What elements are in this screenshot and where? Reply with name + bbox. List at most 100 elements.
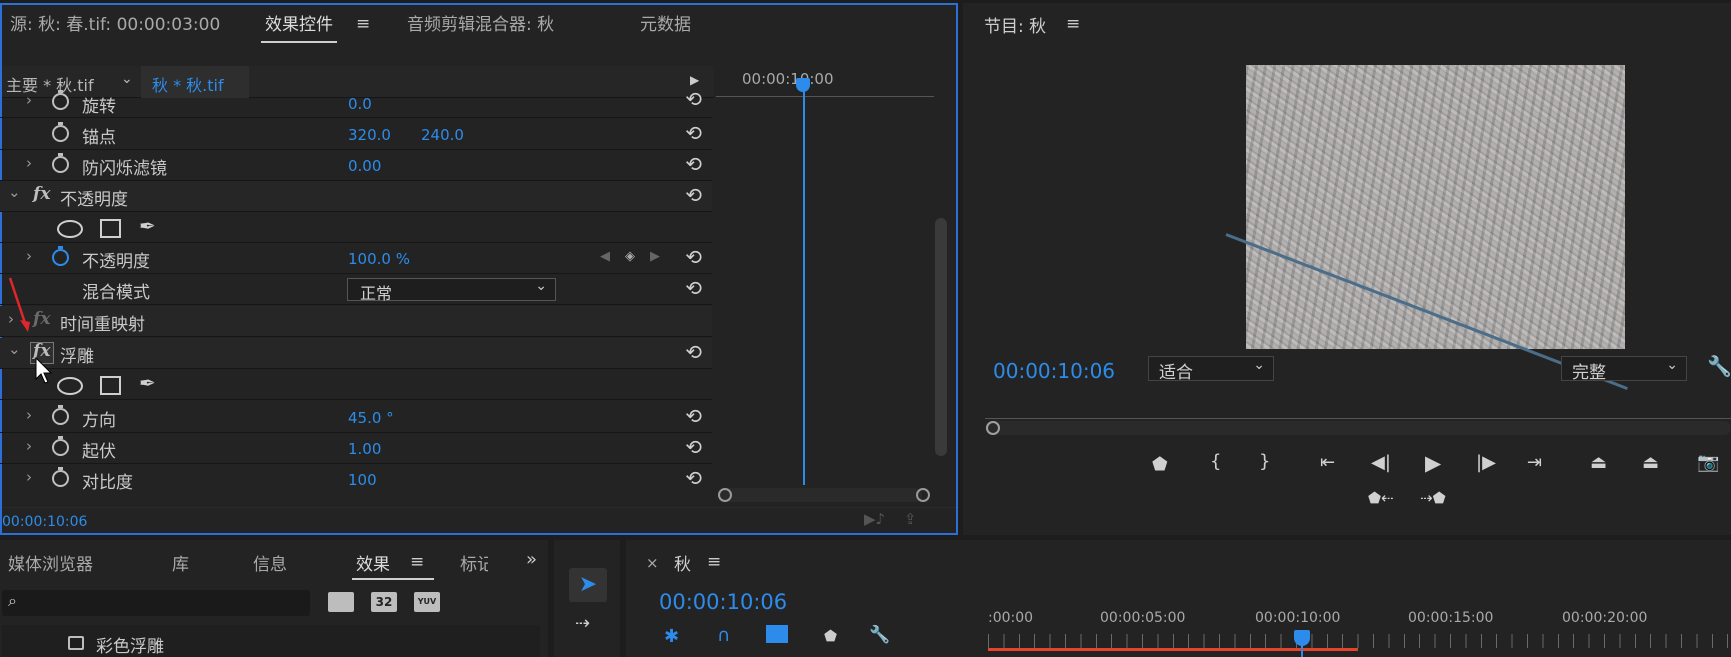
close-icon[interactable]: × [646, 554, 659, 572]
reset-icon[interactable]: ⟲ [685, 466, 702, 490]
rotation-value[interactable]: 0.0 [348, 95, 372, 113]
opacity-value[interactable]: 100.0 % [348, 250, 410, 268]
chevron-right-icon[interactable]: › [26, 406, 32, 424]
chevron-right-icon[interactable]: › [26, 91, 32, 109]
hamburger-icon[interactable]: ≡ [410, 552, 424, 572]
effects-search-input[interactable]: ⌕ [2, 590, 310, 616]
more-tabs-icon[interactable]: » [526, 549, 537, 570]
rectangle-mask-icon[interactable] [100, 376, 121, 395]
next-keyframe-icon[interactable]: ▶ [650, 249, 660, 264]
chevron-right-icon[interactable]: › [26, 154, 32, 172]
stopwatch-icon[interactable] [52, 467, 69, 487]
hamburger-icon[interactable]: ≡ [1066, 14, 1080, 34]
chevron-down-icon[interactable]: ⌄ [8, 340, 21, 358]
ellipse-mask-icon[interactable] [57, 377, 83, 395]
insert-icon[interactable]: ⬟⇠ [1368, 489, 1394, 507]
reset-icon[interactable]: ⟲ [685, 276, 702, 300]
tab-media-browser[interactable]: 媒体浏览器 [8, 550, 93, 575]
program-video-frame[interactable] [1225, 65, 1628, 390]
hamburger-icon[interactable]: ≡ [707, 552, 721, 572]
play-icon[interactable]: ▶ [1425, 451, 1441, 475]
h-scroll-handle-left[interactable] [718, 488, 732, 502]
rectangle-mask-icon[interactable] [100, 219, 121, 238]
reset-icon[interactable]: ⟲ [685, 435, 702, 459]
fit-select[interactable]: 适合 ⌄ [1148, 356, 1274, 383]
add-edit-icon[interactable] [766, 625, 788, 643]
overwrite-icon[interactable]: ⇢⬟ [1420, 489, 1446, 507]
h-scroll-handle-right[interactable] [916, 488, 930, 502]
hamburger-icon[interactable]: ≡ [356, 14, 370, 34]
timeline-marker-icon[interactable]: ⬟ [824, 627, 837, 645]
contrast-value[interactable]: 100 [348, 471, 377, 489]
tab-libraries[interactable]: 库 [172, 550, 189, 575]
fx-icon[interactable]: fx [33, 184, 50, 204]
reset-icon[interactable]: ⟲ [685, 404, 702, 428]
chevron-down-icon[interactable]: ⌄ [121, 71, 133, 87]
step-forward-icon[interactable]: |▶ [1476, 452, 1496, 473]
h-scrollbar[interactable] [718, 488, 922, 502]
camera-icon[interactable]: 📷 [1697, 452, 1719, 473]
program-scroll-handle[interactable] [986, 421, 1000, 435]
lift-icon[interactable]: ⏏ [1590, 452, 1607, 473]
reset-icon[interactable]: ⟲ [685, 340, 702, 364]
mark-out-icon[interactable]: } [1259, 451, 1270, 472]
32bit-effects-icon[interactable]: 32 [371, 592, 397, 612]
track-select-tool-icon[interactable]: ⇢ [575, 613, 590, 634]
tab-source[interactable]: 源: 秋: 春.tif: 00:00:03:00 [10, 10, 220, 35]
reset-icon[interactable]: ⟲ [685, 121, 702, 145]
fx-icon[interactable]: fx [33, 309, 50, 329]
anchor-x-value[interactable]: 320.0 [348, 126, 391, 144]
tab-effects[interactable]: 效果 [356, 550, 390, 575]
reset-icon[interactable]: ⟲ [685, 87, 702, 111]
reset-icon[interactable]: ⟲ [685, 245, 702, 269]
blend-mode-select[interactable]: 正常 ⌄ [347, 278, 556, 303]
add-keyframe-icon[interactable]: ◈ [625, 249, 635, 264]
pen-mask-icon[interactable]: ✒ [139, 371, 156, 395]
stopwatch-icon[interactable] [52, 246, 69, 266]
tab-metadata[interactable]: 元数据 [640, 10, 691, 35]
reset-icon[interactable]: ⟲ [685, 183, 702, 207]
tab-markers[interactable]: 标记 [460, 550, 488, 574]
linked-selection-icon[interactable]: ∩ [717, 625, 730, 646]
selection-tool-icon[interactable]: ➤ [569, 568, 607, 602]
tab-info[interactable]: 信息 [253, 550, 287, 575]
wrench-icon[interactable]: 🔧 [869, 625, 890, 645]
yuv-effects-icon[interactable]: YUV [414, 592, 440, 612]
tab-audio-mixer[interactable]: 音频剪辑混合器: 秋 [407, 10, 554, 35]
tab-effect-controls[interactable]: 效果控件 [261, 10, 337, 43]
effect-list-item[interactable]: 彩色浮雕 [96, 632, 164, 657]
program-timecode[interactable]: 00:00:10:06 [993, 359, 1115, 383]
play-audio-icon[interactable]: ▶♪ [864, 510, 885, 528]
stopwatch-icon[interactable] [52, 153, 69, 173]
timeline-ruler-ticks[interactable] [988, 634, 1731, 648]
program-scrubber[interactable] [985, 421, 1731, 435]
wrench-icon[interactable]: 🔧 [1707, 354, 1731, 378]
ellipse-mask-icon[interactable] [57, 220, 83, 238]
go-to-out-icon[interactable]: ⇥ [1527, 452, 1542, 473]
extract-icon[interactable]: ⏏ [1642, 452, 1659, 473]
stopwatch-icon[interactable] [52, 90, 69, 110]
chevron-right-icon[interactable]: › [26, 437, 32, 455]
chevron-right-icon[interactable]: › [26, 468, 32, 486]
prev-keyframe-icon[interactable]: ◀ [600, 249, 610, 264]
program-title[interactable]: 节目: 秋 [984, 12, 1046, 37]
add-marker-icon[interactable]: ⬟ [1152, 454, 1168, 475]
stopwatch-icon[interactable] [52, 436, 69, 456]
stopwatch-icon[interactable] [52, 405, 69, 425]
timeline-timecode[interactable]: 00:00:10:06 [659, 590, 787, 614]
play-only-icon[interactable]: ▶ [690, 73, 699, 87]
footer-timecode[interactable]: 00:00:10:06 [2, 514, 87, 530]
pen-mask-icon[interactable]: ✒ [139, 214, 156, 238]
relief-value[interactable]: 1.00 [348, 440, 381, 458]
timeline-title[interactable]: 秋 [674, 550, 691, 575]
accelerated-effects-icon[interactable] [328, 592, 354, 612]
chevron-right-icon[interactable]: › [26, 247, 32, 265]
snap-icon[interactable]: ✱ [664, 626, 679, 647]
export-icon[interactable]: ⇪ [904, 510, 917, 528]
step-back-icon[interactable]: ◀| [1371, 452, 1391, 473]
anchor-y-value[interactable]: 240.0 [421, 126, 464, 144]
reset-icon[interactable]: ⟲ [685, 152, 702, 176]
chevron-down-icon[interactable]: ⌄ [8, 183, 21, 201]
direction-value[interactable]: 45.0 ° [348, 409, 394, 427]
stopwatch-icon[interactable] [52, 122, 69, 142]
